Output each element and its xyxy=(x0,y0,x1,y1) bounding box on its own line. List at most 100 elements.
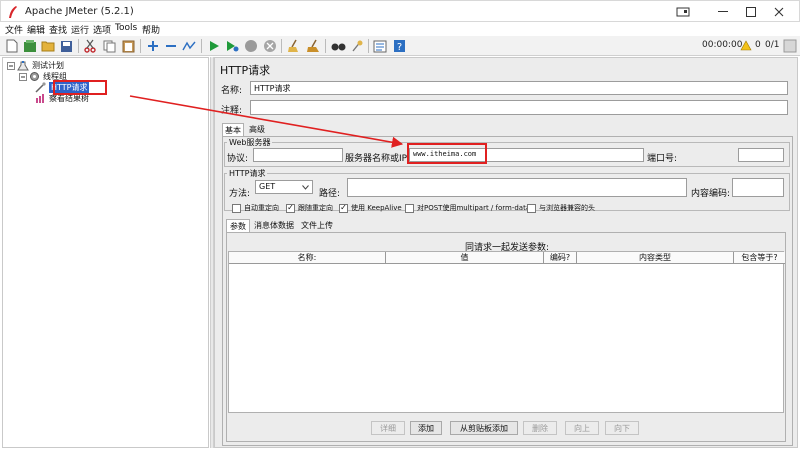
save-icon[interactable] xyxy=(58,38,74,54)
tab-file-upload[interactable]: 文件上传 xyxy=(298,219,336,232)
svg-text:?: ? xyxy=(396,42,401,53)
clear-all-broom-icon[interactable] xyxy=(305,38,321,54)
method-value: GET xyxy=(259,182,276,191)
close-button[interactable] xyxy=(759,1,799,23)
column-include-equals[interactable]: 包含等于? xyxy=(734,252,785,264)
cut-icon[interactable] xyxy=(82,38,98,54)
menu-run[interactable]: 运行 xyxy=(71,23,89,36)
templates-icon[interactable] xyxy=(22,38,38,54)
toolbar: ? 00:00:00 0 0/1 xyxy=(0,36,800,56)
path-input[interactable] xyxy=(347,178,687,197)
function-helper-icon[interactable] xyxy=(372,38,388,54)
comment-label: 注释: xyxy=(221,106,243,116)
checkbox-label: 使用 KeepAlive xyxy=(351,204,402,212)
menu-tools[interactable]: Tools xyxy=(115,23,137,33)
paste-icon[interactable] xyxy=(120,38,136,54)
comment-input[interactable] xyxy=(250,100,788,115)
delete-button[interactable]: 删除 xyxy=(523,421,557,435)
window-title: Apache JMeter (5.2.1) xyxy=(25,6,134,17)
jmeter-feather-icon xyxy=(9,6,17,18)
warning-icon[interactable] xyxy=(740,40,752,51)
checkbox-box[interactable] xyxy=(232,203,241,213)
elapsed-time: 00:00:00 xyxy=(702,40,743,50)
port-label: 端口号: xyxy=(647,154,678,164)
open-folder-icon[interactable] xyxy=(40,38,56,54)
gear-icon xyxy=(30,72,39,81)
tree-item-test-plan[interactable]: 测试计划 xyxy=(7,60,64,71)
start-no-pause-icon[interactable] xyxy=(224,38,240,54)
method-select[interactable]: GET xyxy=(255,180,313,194)
checkbox-box[interactable]: ✓ xyxy=(286,203,295,213)
toolbar-separator xyxy=(325,39,326,53)
server-highlight-box xyxy=(407,143,487,164)
title-bar: Apache JMeter (5.2.1) xyxy=(0,0,800,22)
shutdown-icon[interactable] xyxy=(262,38,278,54)
collapse-handle-icon[interactable] xyxy=(7,61,15,70)
checkbox-browser-headers[interactable]: 与浏览器兼容的头 xyxy=(527,203,595,213)
start-icon[interactable] xyxy=(206,38,222,54)
checkbox-box[interactable] xyxy=(527,203,536,213)
checkbox-box[interactable] xyxy=(405,203,414,213)
checkbox-keepalive[interactable]: ✓ 使用 KeepAlive xyxy=(339,203,402,213)
tree-highlight-box xyxy=(53,80,107,95)
binoculars-icon[interactable] xyxy=(330,38,346,54)
menu-search[interactable]: 查找 xyxy=(49,23,67,36)
chart-icon xyxy=(36,94,44,103)
parameters-table[interactable]: 名称: 值 编码? 内容类型 包含等于? xyxy=(228,251,785,413)
method-label: 方法: xyxy=(229,189,251,199)
path-label: 路径: xyxy=(319,189,341,199)
menu-file[interactable]: 文件 xyxy=(5,23,23,36)
help-icon[interactable]: ? xyxy=(391,38,407,54)
checkbox-label: 自动重定向 xyxy=(244,204,279,212)
checkbox-follow-redirect[interactable]: ✓ 跟随重定向 xyxy=(286,203,333,213)
copy-icon[interactable] xyxy=(101,38,117,54)
checkbox-auto-redirect[interactable]: 自动重定向 xyxy=(232,203,279,213)
collapse-handle-icon[interactable] xyxy=(19,72,27,81)
encoding-input[interactable] xyxy=(732,178,784,197)
tab-advanced[interactable]: 高级 xyxy=(246,123,268,136)
web-server-title: Web服务器 xyxy=(227,137,273,148)
menu-edit[interactable]: 编辑 xyxy=(27,23,45,36)
status-indicator-icon xyxy=(783,39,797,53)
detail-button[interactable]: 详细 xyxy=(371,421,405,435)
reset-search-icon[interactable] xyxy=(349,38,365,54)
checkbox-label: 跟随重定向 xyxy=(298,204,333,212)
stop-icon[interactable] xyxy=(243,38,259,54)
panel-title: HTTP请求 xyxy=(220,64,271,77)
checkbox-multipart[interactable]: 对POST使用multipart / form-data xyxy=(405,203,530,213)
toolbar-separator xyxy=(368,39,369,53)
protocol-label: 协议: xyxy=(227,154,249,164)
checkbox-box[interactable]: ✓ xyxy=(339,203,348,213)
new-file-icon[interactable] xyxy=(4,38,20,54)
menu-help[interactable]: 帮助 xyxy=(142,23,160,36)
collapse-minus-icon[interactable] xyxy=(163,38,179,54)
column-value[interactable]: 值 xyxy=(386,252,544,264)
move-up-button[interactable]: 向上 xyxy=(565,421,599,435)
screen-icon[interactable] xyxy=(663,1,703,23)
expand-plus-icon[interactable] xyxy=(145,38,161,54)
toggle-icon[interactable] xyxy=(181,38,197,54)
column-content-type[interactable]: 内容类型 xyxy=(577,252,734,264)
test-plan-tree: 测试计划 线程组 HTTP请求 察看结果树 xyxy=(2,57,209,448)
toolbar-separator xyxy=(201,39,202,53)
tab-parameters[interactable]: 参数 xyxy=(226,219,250,232)
name-input[interactable]: HTTP请求 xyxy=(250,81,788,95)
add-button[interactable]: 添加 xyxy=(410,421,442,435)
port-input[interactable] xyxy=(738,148,784,162)
tree-label: 测试计划 xyxy=(32,61,64,70)
protocol-input[interactable] xyxy=(253,148,343,162)
name-label: 名称: xyxy=(221,86,243,96)
add-from-clipboard-button[interactable]: 从剪贴板添加 xyxy=(450,421,518,435)
tab-body-data[interactable]: 消息体数据 xyxy=(252,219,296,232)
move-down-button[interactable]: 向下 xyxy=(605,421,639,435)
encoding-label: 内容编码: xyxy=(691,189,731,199)
toolbar-separator xyxy=(281,39,282,53)
clear-broom-icon[interactable] xyxy=(286,38,302,54)
http-request-panel: HTTP请求 名称: HTTP请求 注释: 基本 高级 Web服务器 协议: 服… xyxy=(214,57,798,448)
column-encode[interactable]: 编码? xyxy=(544,252,577,264)
tab-basic[interactable]: 基本 xyxy=(222,123,244,136)
menu-options[interactable]: 选项 xyxy=(93,23,111,36)
menu-bar: 文件 编辑 查找 运行 选项 Tools 帮助 xyxy=(0,22,800,36)
checkbox-label: 对POST使用multipart / form-data xyxy=(417,204,531,212)
column-name[interactable]: 名称: xyxy=(229,252,386,264)
